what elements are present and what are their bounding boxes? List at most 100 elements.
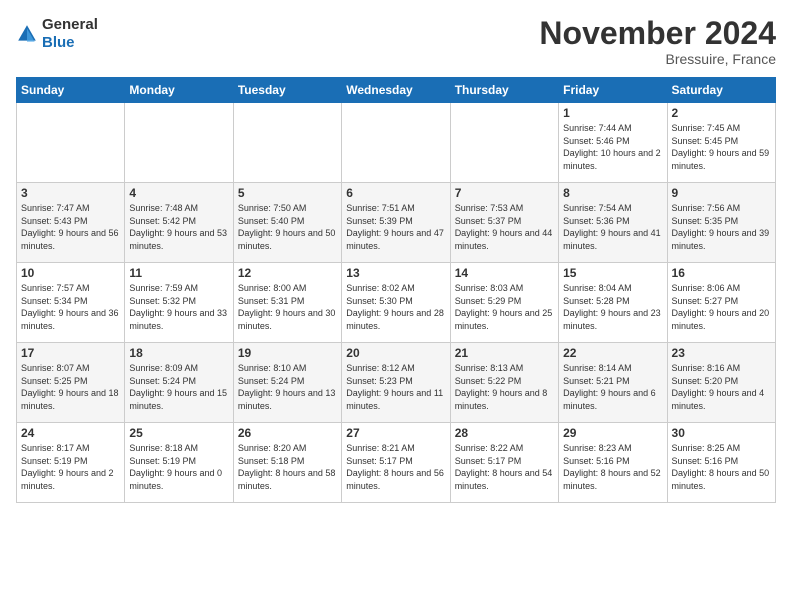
day-info: Sunrise: 8:02 AM Sunset: 5:30 PM Dayligh… <box>346 282 445 332</box>
table-row: 4Sunrise: 7:48 AM Sunset: 5:42 PM Daylig… <box>125 183 233 263</box>
calendar-week-row: 1 Sunrise: 7:44 AM Sunset: 5:46 PM Daylig… <box>17 103 776 183</box>
title-area: November 2024 Bressuire, France <box>539 16 776 67</box>
header-tuesday: Tuesday <box>233 78 341 103</box>
table-row: 6 Sunrise: 7:51 AM Sunset: 5:39 PM Daylig… <box>342 183 450 263</box>
table-row: 27 Sunrise: 8:21 AM Sunset: 5:17 PM Dayli… <box>342 423 450 503</box>
day-number: 20 <box>346 346 445 360</box>
table-row: 13 Sunrise: 8:02 AM Sunset: 5:30 PM Dayli… <box>342 263 450 343</box>
table-row: 19 Sunrise: 8:10 AM Sunset: 5:24 PM Dayli… <box>233 343 341 423</box>
header-thursday: Thursday <box>450 78 558 103</box>
day-number: 13 <box>346 266 445 280</box>
day-number: 3 <box>21 186 120 200</box>
day-info: Sunrise: 8:14 AM Sunset: 5:21 PM Dayligh… <box>563 362 662 412</box>
day-info: Sunrise: 7:45 AM Sunset: 5:45 PM Dayligh… <box>672 122 771 172</box>
day-number: 26 <box>238 426 337 440</box>
day-info: Sunrise: 8:10 AM Sunset: 5:24 PM Dayligh… <box>238 362 337 412</box>
month-title: November 2024 <box>539 16 776 51</box>
table-row: 7Sunrise: 7:53 AM Sunset: 5:37 PM Daylig… <box>450 183 558 263</box>
day-number: 27 <box>346 426 445 440</box>
day-info: Sunrise: 8:25 AM Sunset: 5:16 PM Dayligh… <box>672 442 771 492</box>
location: Bressuire, France <box>539 51 776 67</box>
day-number: 6 <box>346 186 445 200</box>
calendar-week-row: 3 Sunrise: 7:47 AM Sunset: 5:43 PM Daylig… <box>17 183 776 263</box>
table-row <box>17 103 125 183</box>
day-number: 28 <box>455 426 554 440</box>
table-row: 12Sunrise: 8:00 AM Sunset: 5:31 PM Dayli… <box>233 263 341 343</box>
table-row: 16 Sunrise: 8:06 AM Sunset: 5:27 PM Dayli… <box>667 263 775 343</box>
table-row: 26Sunrise: 8:20 AM Sunset: 5:18 PM Dayli… <box>233 423 341 503</box>
header-saturday: Saturday <box>667 78 775 103</box>
logo-blue: Blue <box>42 34 75 51</box>
day-number: 15 <box>563 266 662 280</box>
day-info: Sunrise: 7:54 AM Sunset: 5:36 PM Dayligh… <box>563 202 662 252</box>
table-row: 21Sunrise: 8:13 AM Sunset: 5:22 PM Dayli… <box>450 343 558 423</box>
day-info: Sunrise: 8:04 AM Sunset: 5:28 PM Dayligh… <box>563 282 662 332</box>
table-row <box>342 103 450 183</box>
header-sunday: Sunday <box>17 78 125 103</box>
calendar-header-row: Sunday Monday Tuesday Wednesday Thursday… <box>17 78 776 103</box>
table-row: 1 Sunrise: 7:44 AM Sunset: 5:46 PM Daylig… <box>559 103 667 183</box>
table-row: 8 Sunrise: 7:54 AM Sunset: 5:36 PM Daylig… <box>559 183 667 263</box>
day-info: Sunrise: 8:06 AM Sunset: 5:27 PM Dayligh… <box>672 282 771 332</box>
table-row: 18 Sunrise: 8:09 AM Sunset: 5:24 PM Dayli… <box>125 343 233 423</box>
day-info: Sunrise: 8:22 AM Sunset: 5:17 PM Dayligh… <box>455 442 554 492</box>
day-number: 8 <box>563 186 662 200</box>
day-info: Sunrise: 7:59 AM Sunset: 5:32 PM Dayligh… <box>129 282 228 332</box>
table-row: 14 Sunrise: 8:03 AM Sunset: 5:29 PM Dayli… <box>450 263 558 343</box>
day-info: Sunrise: 7:51 AM Sunset: 5:39 PM Dayligh… <box>346 202 445 252</box>
table-row: 24Sunrise: 8:17 AM Sunset: 5:19 PM Dayli… <box>17 423 125 503</box>
day-number: 7 <box>455 186 554 200</box>
day-info: Sunrise: 8:12 AM Sunset: 5:23 PM Dayligh… <box>346 362 445 412</box>
header-wednesday: Wednesday <box>342 78 450 103</box>
logo-text: General Blue <box>42 16 98 52</box>
table-row <box>450 103 558 183</box>
day-number: 29 <box>563 426 662 440</box>
day-number: 23 <box>672 346 771 360</box>
table-row: 2Sunrise: 7:45 AM Sunset: 5:45 PM Daylig… <box>667 103 775 183</box>
table-row: 23 Sunrise: 8:16 AM Sunset: 5:20 PM Dayli… <box>667 343 775 423</box>
day-number: 9 <box>672 186 771 200</box>
day-number: 1 <box>563 106 662 120</box>
day-info: Sunrise: 7:44 AM Sunset: 5:46 PM Dayligh… <box>563 122 662 172</box>
table-row: 25 Sunrise: 8:18 AM Sunset: 5:19 PM Dayli… <box>125 423 233 503</box>
day-number: 22 <box>563 346 662 360</box>
day-number: 19 <box>238 346 337 360</box>
day-info: Sunrise: 8:17 AM Sunset: 5:19 PM Dayligh… <box>21 442 120 492</box>
day-info: Sunrise: 8:23 AM Sunset: 5:16 PM Dayligh… <box>563 442 662 492</box>
table-row: 11 Sunrise: 7:59 AM Sunset: 5:32 PM Dayli… <box>125 263 233 343</box>
day-number: 10 <box>21 266 120 280</box>
day-info: Sunrise: 8:03 AM Sunset: 5:29 PM Dayligh… <box>455 282 554 332</box>
table-row: 15 Sunrise: 8:04 AM Sunset: 5:28 PM Dayli… <box>559 263 667 343</box>
day-number: 16 <box>672 266 771 280</box>
table-row: 28 Sunrise: 8:22 AM Sunset: 5:17 PM Dayli… <box>450 423 558 503</box>
page-header: General Blue November 2024 Bressuire, Fr… <box>16 16 776 67</box>
table-row <box>125 103 233 183</box>
day-number: 5 <box>238 186 337 200</box>
table-row <box>233 103 341 183</box>
table-row: 20 Sunrise: 8:12 AM Sunset: 5:23 PM Dayli… <box>342 343 450 423</box>
table-row: 3 Sunrise: 7:47 AM Sunset: 5:43 PM Daylig… <box>17 183 125 263</box>
calendar-table: Sunday Monday Tuesday Wednesday Thursday… <box>16 77 776 503</box>
table-row: 17Sunrise: 8:07 AM Sunset: 5:25 PM Dayli… <box>17 343 125 423</box>
table-row: 10Sunrise: 7:57 AM Sunset: 5:34 PM Dayli… <box>17 263 125 343</box>
logo: General Blue <box>16 16 98 52</box>
day-number: 17 <box>21 346 120 360</box>
day-number: 18 <box>129 346 228 360</box>
calendar-week-row: 10Sunrise: 7:57 AM Sunset: 5:34 PM Dayli… <box>17 263 776 343</box>
logo-icon <box>16 23 38 45</box>
day-info: Sunrise: 8:21 AM Sunset: 5:17 PM Dayligh… <box>346 442 445 492</box>
day-info: Sunrise: 7:50 AM Sunset: 5:40 PM Dayligh… <box>238 202 337 252</box>
day-info: Sunrise: 7:47 AM Sunset: 5:43 PM Dayligh… <box>21 202 120 252</box>
table-row: 30Sunrise: 8:25 AM Sunset: 5:16 PM Dayli… <box>667 423 775 503</box>
table-row: 5 Sunrise: 7:50 AM Sunset: 5:40 PM Daylig… <box>233 183 341 263</box>
table-row: 29 Sunrise: 8:23 AM Sunset: 5:16 PM Dayli… <box>559 423 667 503</box>
day-number: 25 <box>129 426 228 440</box>
day-number: 21 <box>455 346 554 360</box>
day-info: Sunrise: 8:16 AM Sunset: 5:20 PM Dayligh… <box>672 362 771 412</box>
day-info: Sunrise: 8:00 AM Sunset: 5:31 PM Dayligh… <box>238 282 337 332</box>
day-info: Sunrise: 8:09 AM Sunset: 5:24 PM Dayligh… <box>129 362 228 412</box>
day-info: Sunrise: 8:18 AM Sunset: 5:19 PM Dayligh… <box>129 442 228 492</box>
day-number: 11 <box>129 266 228 280</box>
day-number: 14 <box>455 266 554 280</box>
logo-general: General <box>42 16 98 33</box>
